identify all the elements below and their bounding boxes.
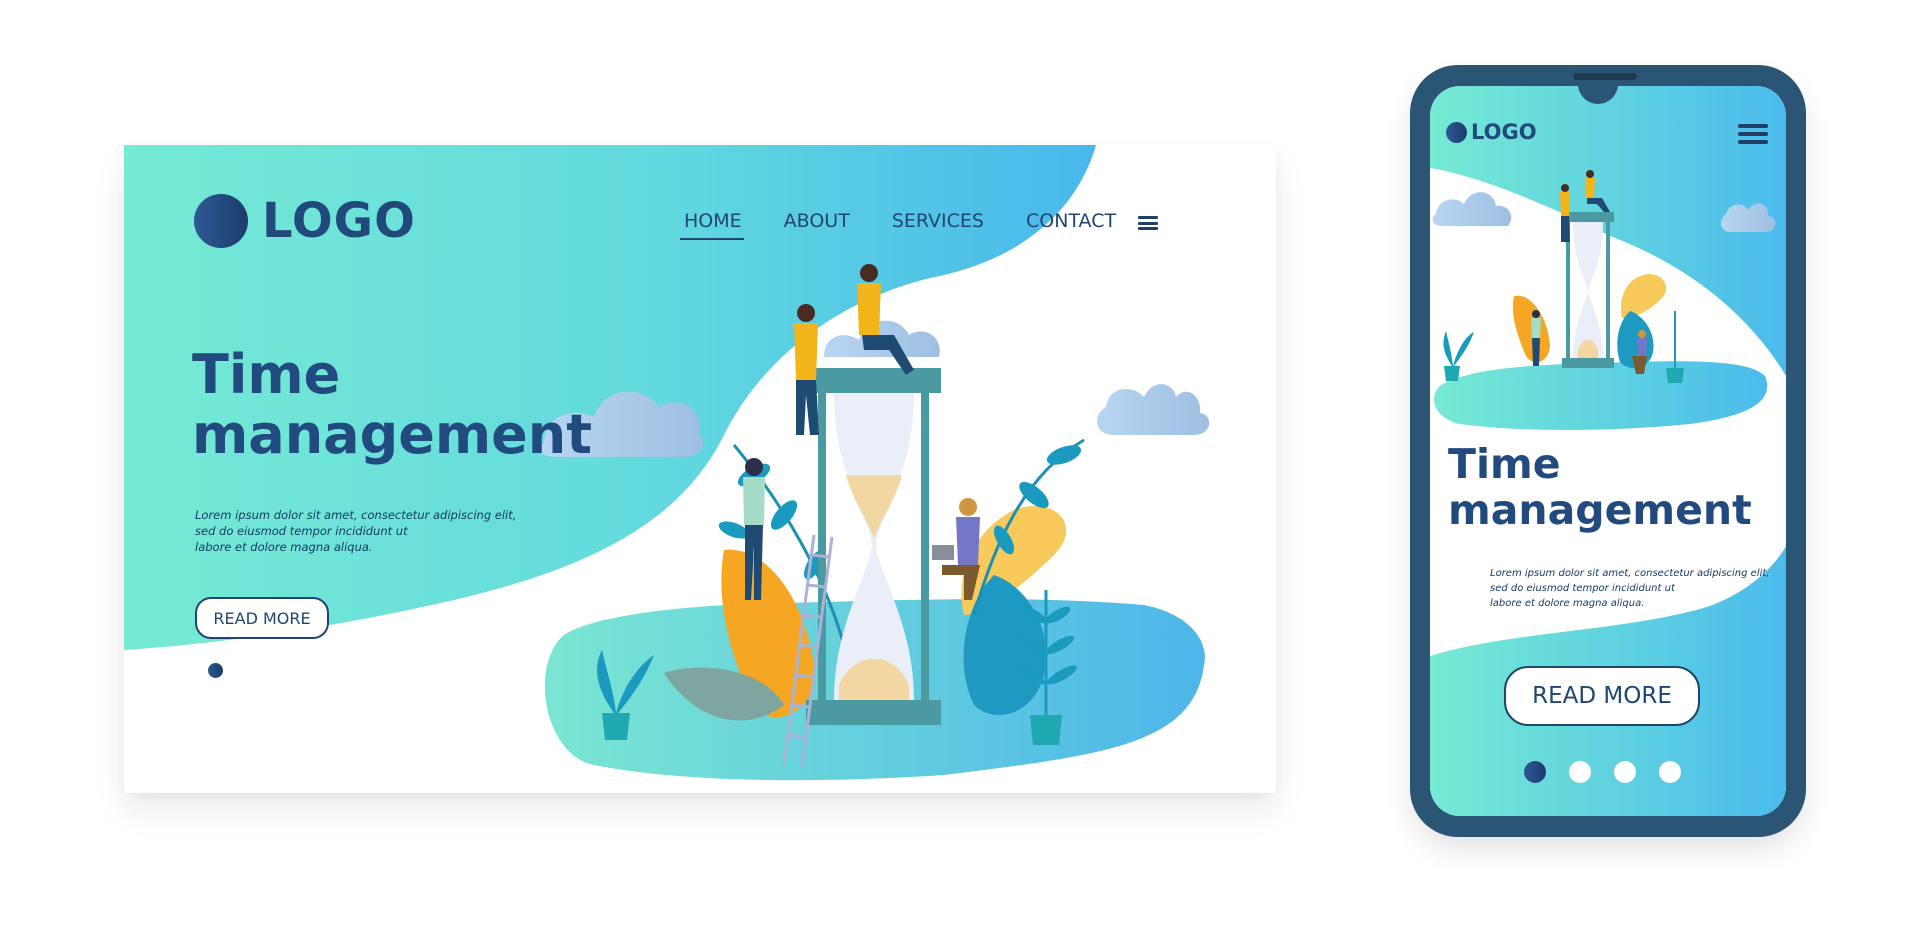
nav-services[interactable]: SERVICES <box>892 210 984 236</box>
mobile-landing-page: LOGO Time management Lorem ipsum dolor s… <box>1430 86 1786 816</box>
person-with-laptop <box>932 498 980 600</box>
phone-frame: LOGO Time management Lorem ipsum dolor s… <box>1410 65 1806 837</box>
ground-shape <box>1434 361 1768 430</box>
hero-description: Lorem ipsum dolor sit amet, consectetur … <box>195 508 517 554</box>
phone-speaker <box>1573 73 1637 80</box>
plant-pot <box>1666 368 1684 383</box>
desktop-landing-page: LOGO HOME ABOUT SERVICES CONTACT Time ma… <box>124 145 1276 793</box>
mobile-hero-description: Lorem ipsum dolor sit amet, consectetur … <box>1490 568 1770 609</box>
nav-home[interactable]: HOME <box>680 210 744 240</box>
cloud-shape <box>1096 384 1210 435</box>
leaf-shape <box>1620 274 1667 319</box>
hourglass-top <box>1562 212 1614 222</box>
logo-text: LOGO <box>262 193 416 249</box>
hero-title: Time management <box>192 345 592 465</box>
slider-dot[interactable] <box>239 663 254 678</box>
logo[interactable]: LOGO <box>194 193 416 249</box>
hero-title-line1: Time <box>192 343 341 406</box>
mobile-read-more-button[interactable]: READ MORE <box>1504 666 1700 726</box>
hourglass-glass <box>834 393 914 700</box>
hourglass-top <box>806 368 941 393</box>
circle-logo-icon <box>1446 121 1467 143</box>
main-nav: HOME ABOUT SERVICES CONTACT <box>680 210 1159 240</box>
mobile-slider-pagination <box>1524 761 1681 783</box>
nav-about[interactable]: ABOUT <box>784 210 850 236</box>
slider-dot[interactable] <box>301 663 316 678</box>
hero-title-line2: management <box>192 403 593 466</box>
slider-dot[interactable] <box>1659 761 1681 783</box>
cloud-shape <box>1432 192 1512 226</box>
slider-dot[interactable] <box>1569 761 1591 783</box>
slider-dot[interactable] <box>270 663 285 678</box>
mobile-title-line2: management <box>1448 486 1752 534</box>
slider-pagination <box>208 663 316 678</box>
nav-contact[interactable]: CONTACT <box>1026 210 1116 236</box>
slider-dot-active[interactable] <box>208 663 223 678</box>
hourglass-base <box>806 700 941 725</box>
slider-dot-active[interactable] <box>1524 761 1546 783</box>
leaf-shape <box>1512 295 1550 363</box>
mobile-logo[interactable]: LOGO <box>1446 120 1537 144</box>
hourglass-base <box>1562 358 1614 368</box>
slider-dot[interactable] <box>1614 761 1636 783</box>
person-climbing <box>1560 184 1570 242</box>
plant-pot <box>1444 366 1460 381</box>
mobile-hero-title: Time management <box>1448 441 1752 533</box>
circle-logo-icon <box>194 194 248 248</box>
person-climbing <box>794 304 819 435</box>
mobile-title-line1: Time <box>1448 440 1561 488</box>
plant-pot <box>1030 715 1062 745</box>
mobile-logo-text: LOGO <box>1471 120 1537 144</box>
hamburger-menu-icon[interactable] <box>1138 216 1159 230</box>
hourglass-sand-top <box>846 475 902 540</box>
mockup-stage: LOGO HOME ABOUT SERVICES CONTACT Time ma… <box>0 0 1920 928</box>
hourglass-glass <box>1573 222 1603 358</box>
plant-leaves <box>1443 331 1474 366</box>
hamburger-menu-icon[interactable] <box>1738 124 1768 144</box>
read-more-button[interactable]: READ MORE <box>195 597 329 639</box>
plant-pot <box>602 713 630 740</box>
